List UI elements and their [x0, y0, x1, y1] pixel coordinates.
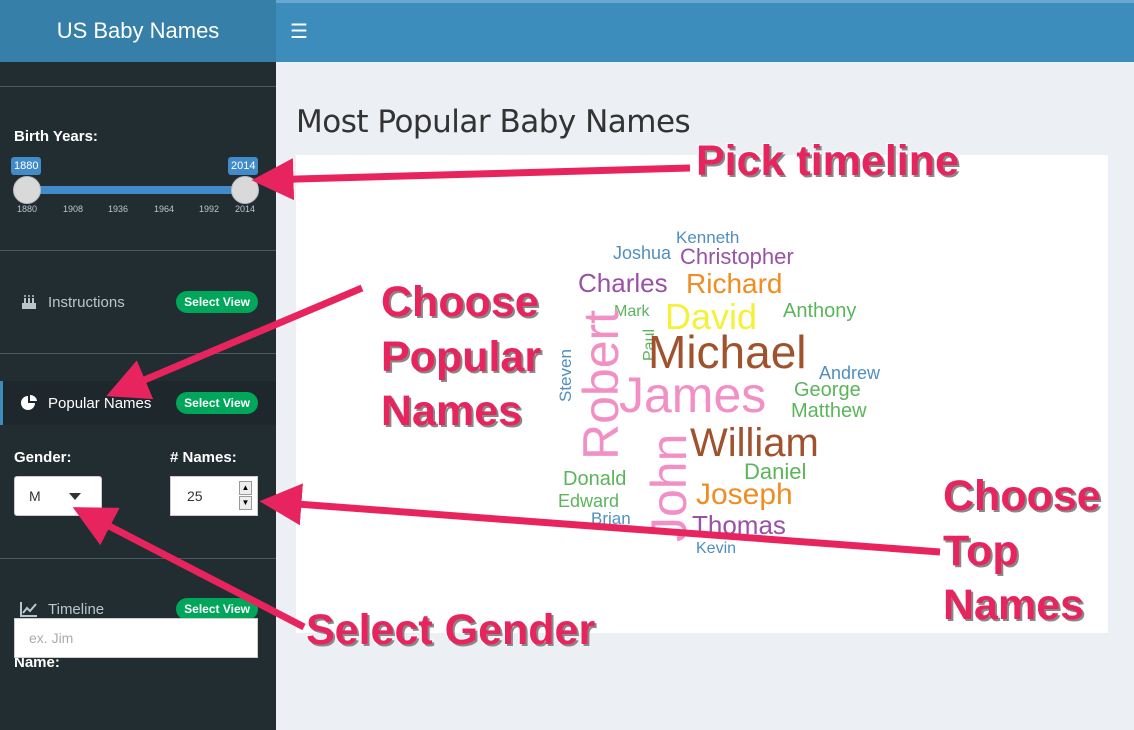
caret-down-icon	[69, 493, 81, 500]
cloud-word: William	[690, 421, 819, 465]
cloud-word: Matthew	[791, 400, 867, 422]
cloud-word: Steven	[556, 349, 575, 402]
line-chart-icon	[20, 600, 38, 618]
name-input[interactable]	[14, 618, 258, 658]
annotation-choose-popular-names: Choose Popular Names	[381, 275, 541, 439]
gender-value: M	[29, 488, 41, 504]
sidebar-item-label: Instructions	[48, 293, 125, 311]
cloud-word: Edward	[558, 491, 620, 511]
cloud-word: James	[619, 367, 767, 423]
cloud-word: Donald	[563, 468, 627, 490]
slider-handle-from[interactable]	[13, 176, 41, 204]
divider	[0, 250, 276, 251]
slider-handle-to[interactable]	[231, 176, 259, 204]
active-indicator	[0, 381, 3, 425]
annotation-line: Names	[381, 387, 523, 436]
annotation-line: Names	[943, 581, 1085, 630]
tick-label: 1880	[16, 204, 38, 214]
spin-down-icon[interactable]: ▼	[239, 496, 252, 510]
birth-years-label: Birth Years:	[14, 128, 98, 145]
slider-to-value: 2014	[228, 157, 259, 175]
cloud-word: Kevin	[696, 540, 737, 557]
birth-years-slider-bar[interactable]	[27, 186, 245, 194]
gender-select[interactable]: M	[14, 476, 102, 516]
sidebar-item-instructions[interactable]: Instructions Select View	[0, 280, 276, 324]
sidebar-item-popular-names[interactable]: Popular Names Select View	[0, 381, 276, 425]
divider	[0, 353, 276, 354]
app-title[interactable]: US Baby Names	[0, 0, 276, 62]
annotation-line: Choose	[381, 278, 539, 326]
annotation-select-gender: Select Gender	[306, 606, 596, 654]
spin-up-icon[interactable]: ▲	[239, 481, 252, 495]
birthday-cake-icon	[20, 293, 38, 311]
divider	[0, 558, 276, 559]
hamburger-icon[interactable]: ☰	[290, 21, 312, 43]
annotation-pick-timeline: Pick timeline	[696, 137, 959, 185]
cloud-word: Christopher	[680, 244, 794, 269]
page-title: Most Popular Baby Names	[296, 104, 691, 140]
cloud-word: John	[641, 433, 697, 542]
cloud-word: Thomas	[692, 510, 786, 540]
gender-label: Gender:	[14, 449, 72, 466]
annotation-line: Choose	[943, 472, 1101, 520]
select-view-badge[interactable]: Select View	[176, 392, 258, 414]
slider-ticks: 1880 1908 1936 1964 1992 2014	[14, 204, 264, 218]
pie-chart-icon	[20, 394, 38, 412]
tick-label: 2014	[234, 204, 256, 214]
sidebar-item-label: Timeline	[48, 600, 105, 618]
num-names-value: 25	[187, 488, 203, 504]
select-view-badge[interactable]: Select View	[176, 291, 258, 313]
cloud-word: Joshua	[613, 243, 672, 263]
divider	[0, 86, 276, 87]
tick-label: 1992	[198, 204, 220, 214]
num-names-label: # Names:	[170, 449, 237, 466]
tick-label: 1908	[62, 204, 84, 214]
num-names-input[interactable]: 25 ▲ ▼	[170, 476, 258, 516]
cloud-word: Anthony	[783, 300, 857, 322]
sidebar-item-label: Popular Names	[48, 394, 152, 412]
cloud-word: Brian	[591, 509, 631, 528]
annotation-line: Popular	[381, 332, 542, 381]
cloud-word: Richard	[686, 268, 783, 299]
cloud-word: Joseph	[696, 478, 793, 511]
select-view-badge[interactable]: Select View	[176, 598, 258, 620]
annotation-line: Top	[943, 526, 1019, 575]
tick-label: 1964	[153, 204, 175, 214]
top-navbar: ☰	[276, 0, 1134, 62]
slider-from-value: 1880	[11, 157, 42, 175]
cloud-word: Charles	[578, 268, 668, 298]
cloud-word: George	[794, 379, 861, 401]
tick-label: 1936	[107, 204, 129, 214]
annotation-choose-top-names: Choose Top Names	[943, 469, 1101, 633]
